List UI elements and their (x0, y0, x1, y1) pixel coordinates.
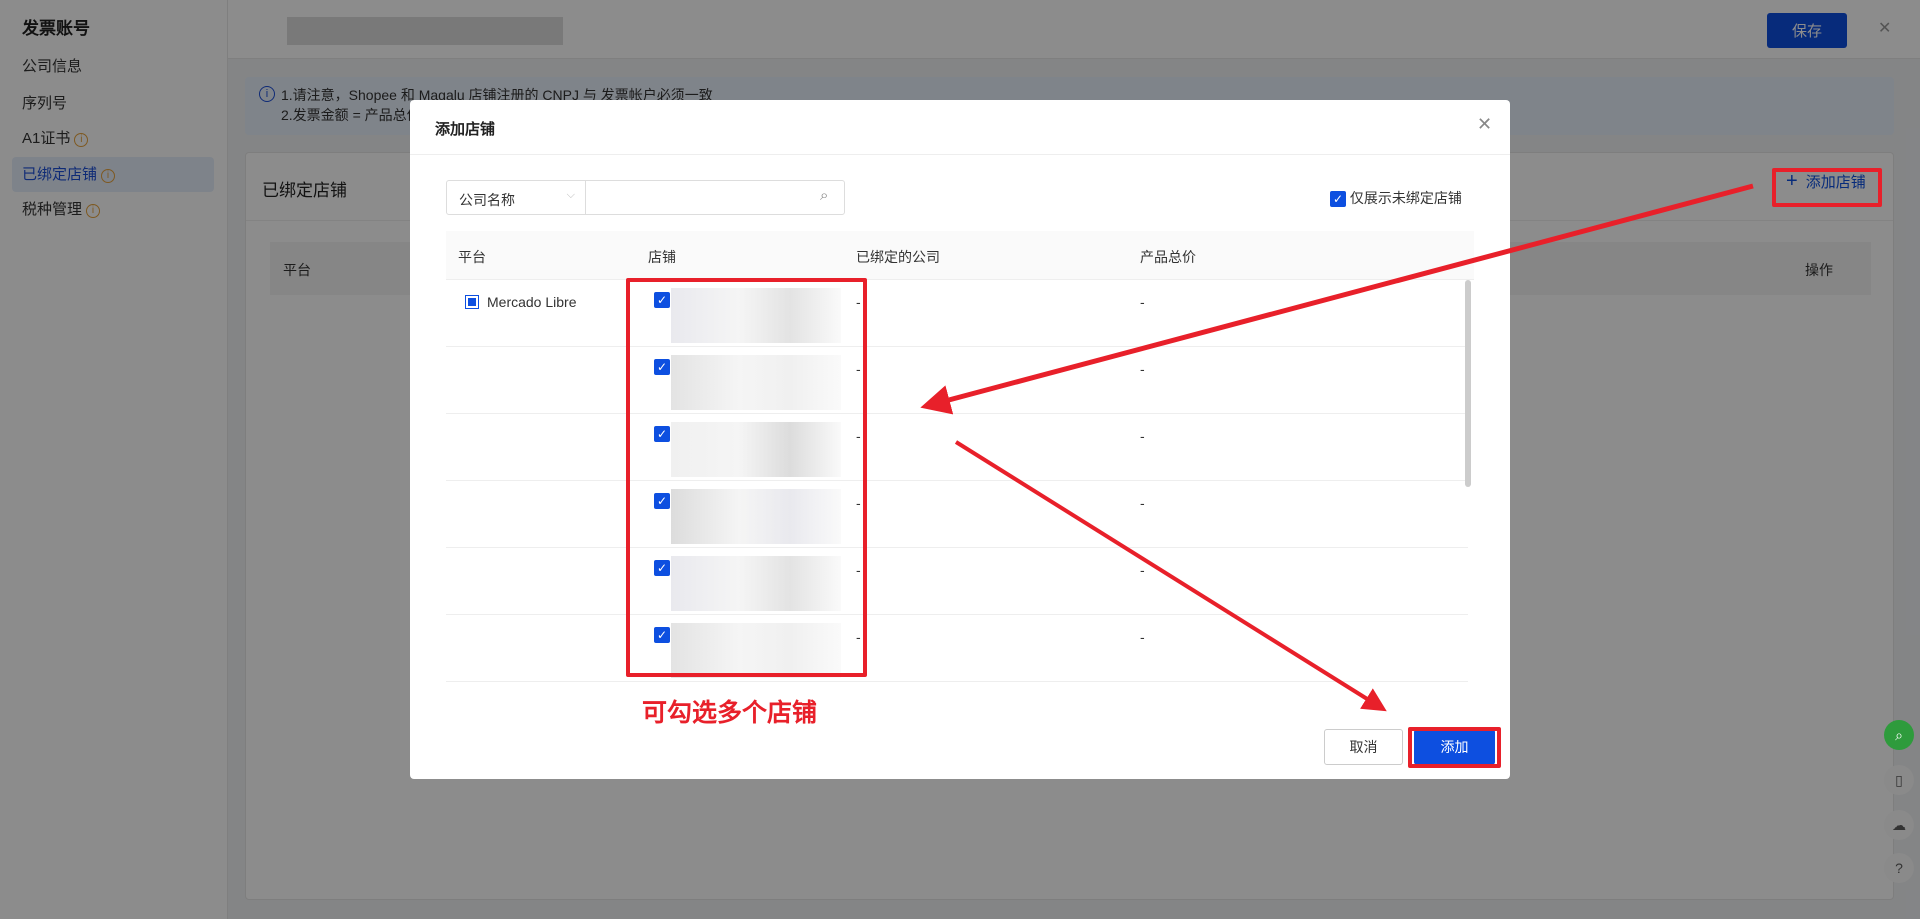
annotation-arrows (920, 183, 1754, 712)
arrow-to-add-button (954, 440, 1387, 712)
arrow-to-stores (920, 183, 1754, 415)
